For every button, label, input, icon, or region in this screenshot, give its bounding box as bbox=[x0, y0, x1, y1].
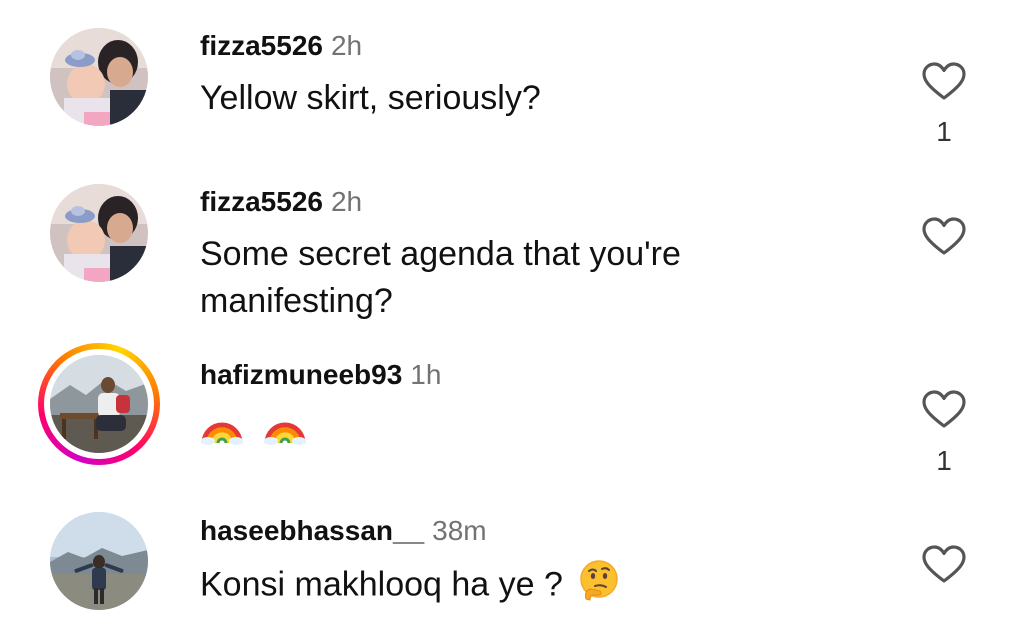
avatar[interactable] bbox=[50, 28, 148, 126]
comment-text: Yellow skirt, seriously? bbox=[200, 79, 541, 117]
comment-meta: fizza5526 2h bbox=[200, 184, 362, 220]
rainbow-emoji bbox=[263, 405, 307, 458]
avatar-story-ring[interactable] bbox=[38, 343, 160, 465]
heart-outline-icon[interactable] bbox=[920, 390, 968, 430]
avatar[interactable] bbox=[50, 184, 148, 282]
like-button bbox=[922, 62, 966, 100]
rainbow-emoji bbox=[200, 405, 244, 458]
username[interactable]: fizza5526 bbox=[200, 30, 323, 61]
thinking-face-emoji bbox=[578, 559, 620, 614]
avatar-photo bbox=[50, 184, 148, 282]
comment-text: Konsi makhlooq ha ye ? bbox=[200, 559, 840, 614]
timestamp: 1h bbox=[410, 359, 442, 390]
username[interactable]: fizza5526 bbox=[200, 186, 323, 217]
avatar[interactable] bbox=[50, 512, 148, 610]
like-count: 1 bbox=[936, 445, 952, 476]
avatar-photo bbox=[50, 28, 148, 126]
username[interactable]: haseebhassan__ bbox=[200, 515, 424, 546]
comment-meta: fizza5526 2h bbox=[200, 28, 362, 64]
timestamp: 2h bbox=[330, 186, 363, 217]
like-count: 1 bbox=[936, 116, 952, 147]
avatar-photo bbox=[50, 355, 148, 453]
heart-outline-icon[interactable] bbox=[920, 217, 968, 257]
like-button bbox=[922, 390, 966, 428]
like-button bbox=[922, 545, 966, 583]
username[interactable]: hafizmuneeb93 bbox=[200, 359, 402, 390]
comment-meta: hafizmuneeb93 1h bbox=[200, 357, 441, 393]
timestamp: 2h bbox=[330, 30, 363, 61]
avatar bbox=[50, 355, 148, 453]
avatar-photo bbox=[50, 512, 148, 610]
heart-outline-icon[interactable] bbox=[920, 62, 968, 102]
timestamp: 38m bbox=[432, 515, 487, 546]
comment-list: fizza55262h Yellow skirt, seriously? 1 bbox=[0, 0, 1024, 641]
comment-meta: haseebhassan__ 38m bbox=[200, 513, 487, 549]
like-button bbox=[922, 217, 966, 255]
comment-text: Some secret agenda that you're manifesti… bbox=[200, 235, 681, 320]
heart-outline-icon[interactable] bbox=[920, 545, 968, 585]
comment-text-content: Konsi makhlooq ha ye ? bbox=[200, 565, 563, 604]
comment-text bbox=[200, 405, 840, 451]
